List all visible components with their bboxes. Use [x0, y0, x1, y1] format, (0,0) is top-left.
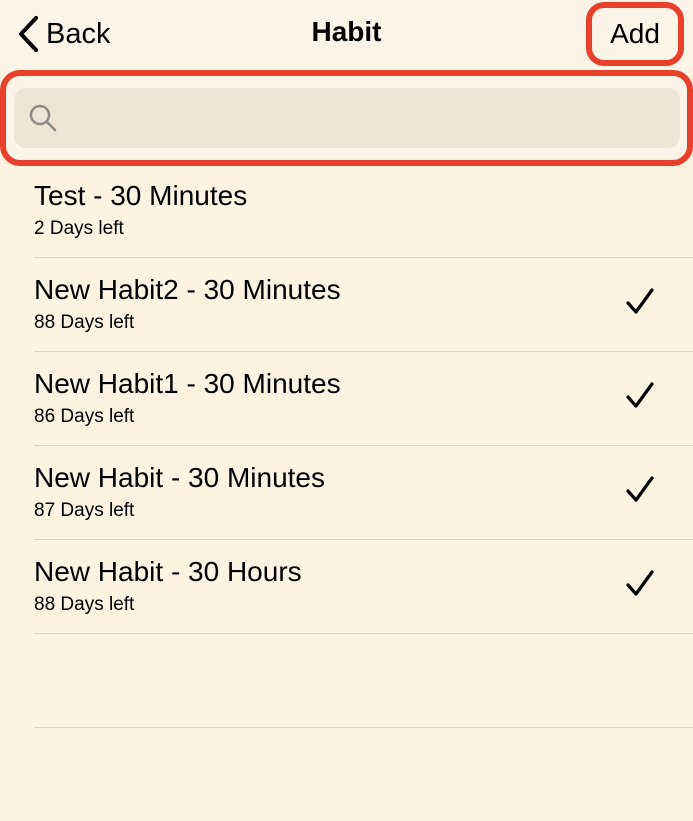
checkmark-icon [626, 382, 654, 408]
checkmark-icon [626, 476, 654, 502]
habit-list: Test - 30 Minutes 2 Days left New Habit2… [0, 164, 693, 728]
habit-days-left: 88 Days left [34, 312, 135, 333]
list-item[interactable]: New Habit - 30 Hours 88 Days left [0, 540, 693, 634]
checkmark-icon [626, 288, 654, 314]
habit-days-left: 2 Days left [34, 218, 124, 239]
search-field[interactable] [14, 88, 680, 148]
list-item[interactable]: New Habit1 - 30 Minutes 86 Days left [0, 352, 693, 446]
habit-title: New Habit - 30 Hours [34, 556, 302, 587]
empty-row [0, 634, 693, 728]
habit-days-left: 88 Days left [34, 594, 135, 615]
habit-screen: Back Habit Add Test - 30 Minutes 2 Days … [0, 0, 693, 821]
divider [34, 727, 693, 728]
habit-title: New Habit2 - 30 Minutes [34, 274, 341, 305]
list-item[interactable]: New Habit2 - 30 Minutes 88 Days left [0, 258, 693, 352]
navigation-bar: Back Habit Add [0, 0, 693, 70]
list-item[interactable]: Test - 30 Minutes 2 Days left [0, 164, 693, 258]
habit-days-left: 86 Days left [34, 406, 135, 427]
habit-title: New Habit1 - 30 Minutes [34, 368, 341, 399]
habit-days-left: 87 Days left [34, 500, 135, 521]
search-input[interactable] [68, 88, 680, 148]
add-button[interactable]: Add [586, 2, 684, 66]
habit-title: New Habit - 30 Minutes [34, 462, 326, 493]
habit-title: Test - 30 Minutes [34, 180, 248, 211]
search-icon [29, 104, 57, 132]
list-item[interactable]: New Habit - 30 Minutes 87 Days left [0, 446, 693, 540]
search-bar [0, 70, 693, 166]
checkmark-icon [626, 570, 654, 596]
